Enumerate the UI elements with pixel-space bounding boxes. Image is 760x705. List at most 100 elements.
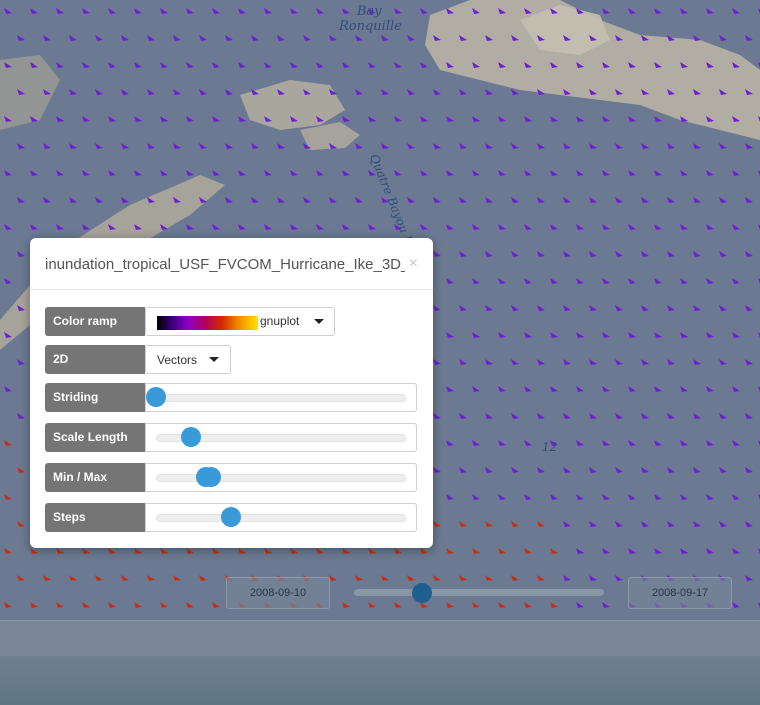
color-ramp-label: Color ramp (45, 307, 145, 336)
vector-arrow (355, 35, 363, 41)
vector-arrow (485, 305, 493, 311)
vector-arrow (680, 494, 688, 500)
vector-arrow (17, 413, 25, 419)
time-slider-track[interactable] (354, 589, 604, 596)
vector-arrow (628, 548, 636, 554)
vector-arrow (511, 359, 519, 365)
vector-arrow (615, 251, 623, 257)
vector-arrow (134, 602, 142, 608)
vector-arrow (4, 386, 12, 392)
vector-arrow (368, 548, 376, 554)
vector-arrow (95, 143, 103, 149)
steps-slider[interactable] (145, 503, 417, 532)
vector-arrow (69, 575, 77, 581)
vector-arrow (654, 278, 662, 284)
bottom-toolbar (0, 620, 760, 657)
vector-arrow (381, 89, 389, 95)
vector-arrow (472, 602, 480, 608)
min-max-slider[interactable] (145, 463, 417, 492)
vector-arrow (17, 197, 25, 203)
vector-arrow (498, 602, 506, 608)
vector-arrow (693, 143, 701, 149)
vector-arrow (160, 602, 168, 608)
vector-arrow (589, 575, 597, 581)
vector-arrow (30, 8, 38, 14)
vector-arrow (745, 197, 753, 203)
vector-arrow (56, 8, 64, 14)
vector-arrow (511, 413, 519, 419)
vector-arrow (108, 602, 116, 608)
vector-arrow (186, 116, 194, 122)
vector-arrow (602, 548, 610, 554)
vector-arrow (225, 197, 233, 203)
vector-arrow (628, 116, 636, 122)
vector-arrow (485, 143, 493, 149)
striding-slider-track[interactable] (156, 394, 406, 402)
color-ramp-select[interactable]: gnuplot (145, 307, 335, 336)
vector-arrow (238, 224, 246, 230)
max-slider-handle[interactable] (201, 467, 221, 487)
vector-arrow (134, 548, 142, 554)
vector-arrow (511, 89, 519, 95)
mode-2d-select[interactable]: Vectors (145, 345, 231, 374)
vector-arrow (485, 467, 493, 473)
vector-arrow (537, 467, 545, 473)
vector-arrow (745, 521, 753, 527)
vector-arrow (459, 413, 467, 419)
vector-arrow (446, 548, 454, 554)
steps-slider-handle[interactable] (221, 507, 241, 527)
vector-arrow (433, 89, 441, 95)
vector-arrow (732, 332, 740, 338)
vector-arrow (641, 521, 649, 527)
vector-arrow (563, 359, 571, 365)
vector-arrow (537, 359, 545, 365)
chevron-down-icon (314, 319, 324, 324)
vector-arrow (615, 359, 623, 365)
vector-arrow (654, 332, 662, 338)
vector-arrow (615, 197, 623, 203)
vector-arrow (43, 35, 51, 41)
vector-arrow (680, 440, 688, 446)
vector-arrow (550, 548, 558, 554)
vector-arrow (43, 197, 51, 203)
vector-arrow (30, 602, 38, 608)
vector-arrow (472, 386, 480, 392)
striding-slider-handle[interactable] (146, 387, 166, 407)
vector-arrow (524, 386, 532, 392)
vector-arrow (394, 62, 402, 68)
scale-length-slider[interactable] (145, 423, 417, 452)
close-icon[interactable]: × (409, 255, 418, 273)
vector-arrow (329, 575, 337, 581)
vector-arrow (108, 548, 116, 554)
vector-arrow (160, 548, 168, 554)
vector-arrow (719, 35, 727, 41)
vector-arrow (654, 386, 662, 392)
vector-arrow (342, 224, 350, 230)
min-max-slider-track[interactable] (156, 474, 406, 482)
vector-arrow (706, 224, 714, 230)
vector-arrow (381, 575, 389, 581)
chevron-down-icon (209, 357, 219, 362)
vector-arrow (537, 305, 545, 311)
scale-length-slider-handle[interactable] (181, 427, 201, 447)
vector-arrow (576, 170, 584, 176)
vector-arrow (225, 89, 233, 95)
vector-arrow (329, 35, 337, 41)
vector-arrow (550, 170, 558, 176)
vector-arrow (511, 467, 519, 473)
time-slider-handle[interactable] (411, 583, 432, 603)
vector-arrow (56, 224, 64, 230)
vector-arrow (446, 278, 454, 284)
map-label-depth: 12 (542, 440, 558, 454)
vector-arrow (485, 413, 493, 419)
vector-arrow (576, 116, 584, 122)
vector-arrow (459, 197, 467, 203)
vector-arrow (446, 602, 454, 608)
vector-arrow (563, 413, 571, 419)
steps-slider-track[interactable] (156, 514, 406, 522)
striding-slider[interactable] (145, 383, 417, 412)
vector-arrow (693, 413, 701, 419)
vector-arrow (459, 521, 467, 527)
vector-arrow (394, 8, 402, 14)
vector-arrow (719, 467, 727, 473)
